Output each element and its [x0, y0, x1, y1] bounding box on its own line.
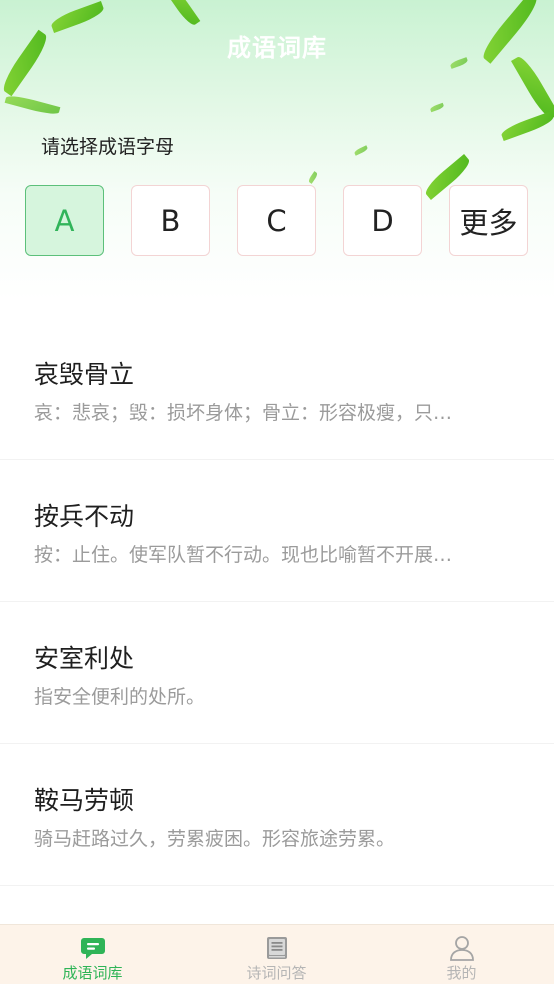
bamboo-leaf-decoration [4, 93, 61, 117]
bamboo-leaf-decoration [164, 0, 201, 28]
idiom-list-item[interactable]: 哀毁骨立 哀：悲哀；毁：损坏身体；骨立：形容极瘦，只… [0, 318, 554, 460]
bamboo-leaf-decoration [499, 110, 554, 142]
tab-label: 诗词问答 [246, 964, 307, 982]
tab-idiom-library[interactable]: 成语词库 [0, 925, 185, 985]
bamboo-leaf-decoration [429, 102, 445, 113]
letter-button-more[interactable]: 更多 [449, 185, 528, 256]
idiom-description: 指安全便利的处所。 [34, 686, 206, 708]
idiom-list-item[interactable]: 安室利处 指安全便利的处所。 [0, 602, 554, 744]
letter-button-d[interactable]: D [343, 185, 422, 256]
tab-label: 我的 [446, 964, 477, 982]
letter-selector: A B C D 更多 [25, 185, 530, 258]
idiom-list-item[interactable]: 按兵不动 按：止住。使军队暂不行动。现也比喻暂不开展… [0, 460, 554, 602]
letter-select-label: 请选择成语字母 [41, 136, 175, 158]
idiom-title: 鞍马劳顿 [34, 786, 135, 815]
letter-button-a[interactable]: A [25, 185, 104, 256]
idiom-title: 安室利处 [34, 644, 135, 673]
bamboo-leaf-decoration [307, 171, 319, 184]
letter-button-c[interactable]: C [237, 185, 316, 256]
idiom-description: 按：止住。使军队暂不行动。现也比喻暂不开展… [34, 544, 453, 566]
idiom-title: 按兵不动 [34, 502, 135, 531]
idiom-description: 骑马赶路过久，劳累疲困。形容旅途劳累。 [34, 828, 396, 850]
user-icon [449, 936, 474, 961]
chat-bubble-icon [80, 938, 105, 959]
tab-poetry-qa[interactable]: 诗词问答 [184, 925, 369, 985]
tab-mine[interactable]: 我的 [369, 925, 554, 985]
idiom-list: 哀毁骨立 哀：悲哀；毁：损坏身体；骨立：形容极瘦，只… 按兵不动 按：止住。使军… [0, 318, 554, 886]
bottom-tab-bar: 成语词库 诗词问答 我的 [0, 924, 554, 984]
idiom-title: 哀毁骨立 [34, 360, 135, 389]
letter-button-b[interactable]: B [131, 185, 210, 256]
idiom-description: 哀：悲哀；毁：损坏身体；骨立：形容极瘦，只… [34, 402, 453, 424]
page-title: 成语词库 [227, 34, 327, 62]
bamboo-leaf-decoration [353, 145, 369, 156]
tab-label: 成语词库 [62, 964, 123, 982]
answer-book-icon [266, 937, 287, 959]
idiom-list-item[interactable]: 鞍马劳顿 骑马赶路过久，劳累疲困。形容旅途劳累。 [0, 744, 554, 886]
